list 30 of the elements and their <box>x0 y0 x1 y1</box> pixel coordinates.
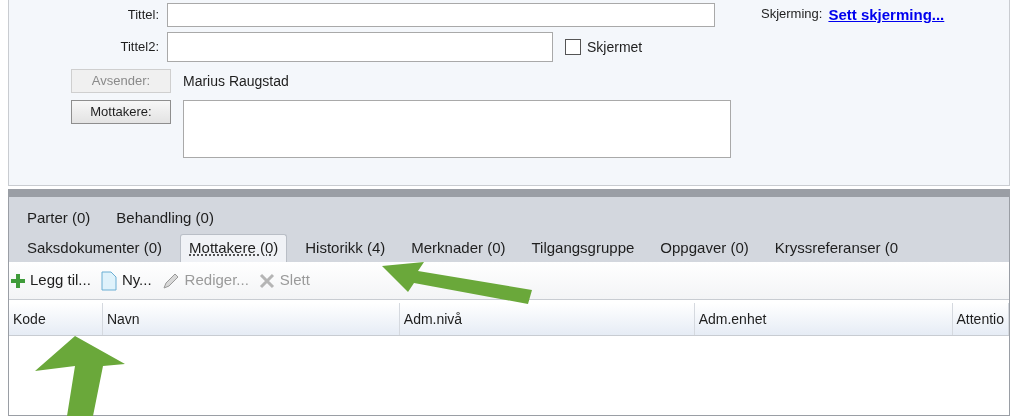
shielding-link[interactable]: Sett skjerming... <box>828 4 945 27</box>
checkbox[interactable] <box>565 39 581 55</box>
tab[interactable]: Parter (0) <box>19 204 99 232</box>
tab[interactable]: Tilgangsgruppe <box>523 234 643 262</box>
title-input[interactable] <box>167 3 715 27</box>
toolbar-button[interactable]: Ny... <box>100 269 152 292</box>
column-header[interactable]: Navn <box>102 303 400 335</box>
field-label: Tittel2: <box>119 38 160 57</box>
column-header[interactable]: Kode <box>9 303 103 335</box>
delete-icon <box>258 272 275 289</box>
field-label: Tittel: <box>126 6 160 25</box>
column-header[interactable]: Adm.enhet <box>694 303 953 335</box>
shielding-label: Skjerming: <box>761 5 823 23</box>
title2-input[interactable] <box>167 32 553 62</box>
column-header[interactable]: Attentio <box>952 303 1009 335</box>
tab[interactable]: Merknader (0) <box>403 234 514 262</box>
tab[interactable]: Behandling (0) <box>108 204 222 232</box>
recipients-button[interactable]: Mottakere: <box>71 100 171 124</box>
tab[interactable]: Saksdokumenter (0) <box>19 234 171 262</box>
document-icon <box>100 270 117 291</box>
tab[interactable]: Historikk (4) <box>297 234 394 262</box>
recipients-field[interactable] <box>183 100 731 158</box>
tab[interactable]: Oppgaver (0) <box>652 234 757 262</box>
sender-name: Marius Raugstad <box>183 71 289 91</box>
tab[interactable]: Mottakere (0) <box>180 234 288 262</box>
pencil-icon <box>161 271 180 290</box>
plus-icon <box>11 273 25 288</box>
checkbox-label: Skjermet <box>587 37 643 57</box>
toolbar-button[interactable]: Legg til... <box>11 269 91 292</box>
tab[interactable]: Kryssreferanser (0 <box>766 234 907 262</box>
